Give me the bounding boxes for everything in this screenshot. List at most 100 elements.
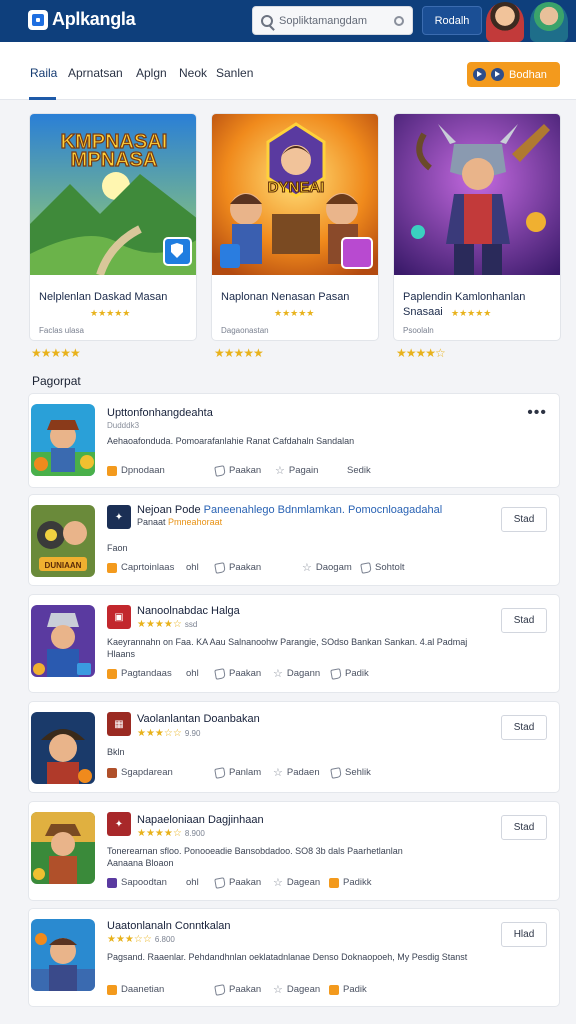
featured-card[interactable]: DYNEAI Naplonan Nenasan Pasan ★★★★★ Daga… <box>211 113 379 341</box>
featured-rating: ★★★★★ <box>90 308 131 318</box>
publisher-badge: ▣ <box>107 605 131 629</box>
active-tab-indicator <box>29 97 56 100</box>
featured-image: KMPNASAI MPNASA <box>30 114 196 275</box>
user-avatars[interactable] <box>484 0 576 42</box>
app-logo[interactable]: Aplkangla <box>28 9 136 30</box>
like-action[interactable]: Paakan <box>214 667 261 680</box>
header-action-button[interactable]: Rodalh <box>422 6 482 35</box>
app-icon <box>107 767 117 778</box>
svg-text:DUNIAAN: DUNIAAN <box>45 561 82 570</box>
share-action[interactable]: Padik <box>329 984 367 995</box>
featured-stars: ★★★★☆ <box>396 346 446 360</box>
tab-aplgn[interactable]: Aplgn <box>136 66 167 80</box>
app-description: Faon <box>107 543 128 553</box>
favorite-action[interactable]: ☆ Dagean <box>273 984 320 995</box>
more-options-button[interactable]: ••• <box>527 404 547 422</box>
list-item[interactable]: Upttonfonhangdeahta Dudddk3 Aehaoafondud… <box>28 393 560 488</box>
featured-subtitle: Psoolaln <box>403 326 434 335</box>
like-action[interactable]: Panlam <box>214 766 261 779</box>
list-item[interactable]: ✦ Napaeloniaan Dagjinhaan ★★★★☆ 8.900 Ton… <box>28 801 560 901</box>
star-icon: ☆ <box>273 766 283 779</box>
app-description: Aehaoafonduda. Pomoarafanlahie Ranat Caf… <box>107 436 355 446</box>
search-submit-icon[interactable] <box>394 15 404 26</box>
app-title[interactable]: Napaeloniaan Dagjinhaan <box>137 814 264 826</box>
search-box[interactable] <box>252 6 413 35</box>
share-icon <box>329 877 339 888</box>
favorite-action[interactable]: ☆ Dagean <box>273 877 320 888</box>
star-icon: ☆ <box>273 983 283 996</box>
avatar[interactable] <box>530 2 568 42</box>
share-action[interactable]: Sohtolt <box>360 561 405 574</box>
app-description: Pagsand. Raaenlar. Pehdandhnlan oeklatad… <box>107 952 468 962</box>
svg-text:MPNASA: MPNASA <box>71 149 158 171</box>
app-meta: Caprtoinlaas <box>107 562 174 573</box>
thumbs-up-icon <box>214 983 226 996</box>
share-action[interactable]: Padik <box>330 667 369 680</box>
tab-raila[interactable]: Raila <box>30 66 57 80</box>
promo-label: Bodhan <box>509 68 547 81</box>
app-title[interactable]: Upttonfonhangdeahta <box>107 407 213 419</box>
thumbs-up-icon <box>214 561 226 574</box>
share-action[interactable]: Sehlik <box>330 766 371 779</box>
thumbs-up-icon <box>214 667 226 680</box>
share-action[interactable]: Sedik <box>347 465 371 476</box>
tab-sanlen[interactable]: Sanlen <box>216 66 253 80</box>
favorite-action[interactable]: ☆ Daogam <box>302 562 352 573</box>
app-rating: Panaat Pmneahoraat <box>137 517 223 527</box>
like-action[interactable]: Paakan <box>214 876 261 889</box>
publisher-badge: ✦ <box>107 505 131 529</box>
top-header: Aplkangla Rodalh <box>0 0 576 42</box>
publisher-badge: ✦ <box>107 812 131 836</box>
install-button[interactable]: Stad <box>501 815 547 840</box>
app-description-extra: Aanaana Bloaon <box>107 858 174 868</box>
app-title[interactable]: Nanoolnabdac Halga <box>137 605 240 617</box>
app-meta: Daanetian <box>107 984 164 995</box>
tab-aprnatsan[interactable]: Aprnatsan <box>68 66 123 80</box>
thumbs-up-icon <box>330 766 342 779</box>
install-button[interactable]: Hlad <box>501 922 547 947</box>
section-title: Pagorpat <box>32 374 81 388</box>
app-title[interactable]: Vaolanlantan Doanbakan <box>137 713 260 725</box>
app-rating: ★★★☆☆ 9.90 <box>137 728 201 739</box>
app-rating: ★★★★☆ ssd <box>137 619 198 630</box>
app-thumbnail <box>31 404 95 476</box>
list-item[interactable]: ▣ Nanoolnabdac Halga ★★★★☆ ssd Kaeyrannah… <box>28 594 560 693</box>
like-action[interactable]: Paakan <box>214 561 261 574</box>
app-thumbnail <box>31 812 95 884</box>
app-title[interactable]: Nejoan Pode Paneenahlego Bdnmlamkan. Pom… <box>137 504 442 516</box>
app-title[interactable]: Uaatonlanaln Conntkalan <box>107 920 231 932</box>
featured-card[interactable]: Paplendin Kamlonhanlan Snasaai ★★★★★ Pso… <box>393 113 561 341</box>
list-item[interactable]: DUNIAAN ✦ Nejoan Pode Paneenahlego Bdnml… <box>28 494 560 586</box>
list-item[interactable]: ▦ Vaolanlantan Doanbakan ★★★☆☆ 9.90 Bkln … <box>28 701 560 793</box>
app-description: Tonerearnan sfloo. Ponooeadie Bansobdado… <box>107 846 403 856</box>
like-action[interactable]: Paakan <box>214 464 261 477</box>
featured-image: DYNEAI <box>212 114 378 275</box>
featured-rating: ★★★★★ <box>451 308 492 318</box>
favorite-action[interactable]: ☆ Pagain <box>275 465 318 476</box>
avatar[interactable] <box>486 2 524 42</box>
like-action[interactable]: Paakan <box>214 983 261 996</box>
favorite-action[interactable]: ☆ Dagann <box>273 668 320 679</box>
install-button[interactable]: Stad <box>501 507 547 532</box>
app-icon <box>107 984 117 995</box>
logo-text: Aplkangla <box>52 9 136 29</box>
featured-card[interactable]: KMPNASAI MPNASA Nelplenlan Daskad Masan … <box>29 113 197 341</box>
app-meta: Sgapdarean <box>107 767 173 778</box>
nav-tabs: Raila Aprnatsan Aplgn Neok Sanlen Bodhan <box>0 42 576 100</box>
thumbs-up-icon <box>214 876 226 889</box>
list-item[interactable]: Uaatonlanaln Conntkalan ★★★☆☆ 6.800 Pagsa… <box>28 908 560 1007</box>
favorite-action[interactable]: ☆ Padaen <box>273 767 320 778</box>
app-thumbnail <box>31 712 95 784</box>
featured-title: Nelplenlan Daskad Masan <box>39 291 168 303</box>
install-button[interactable]: Stad <box>501 715 547 740</box>
search-input[interactable] <box>279 14 383 27</box>
share-icon <box>329 984 339 995</box>
play-icon <box>473 68 486 81</box>
install-button[interactable]: Stad <box>501 608 547 633</box>
app-meta-extra: ohl <box>186 877 199 888</box>
promo-button[interactable]: Bodhan <box>467 62 560 87</box>
share-action[interactable]: Padikk <box>329 877 372 888</box>
app-rating: ★★★☆☆ 6.800 <box>107 934 175 945</box>
tab-neok[interactable]: Neok <box>179 66 207 80</box>
search-icon <box>261 14 273 27</box>
